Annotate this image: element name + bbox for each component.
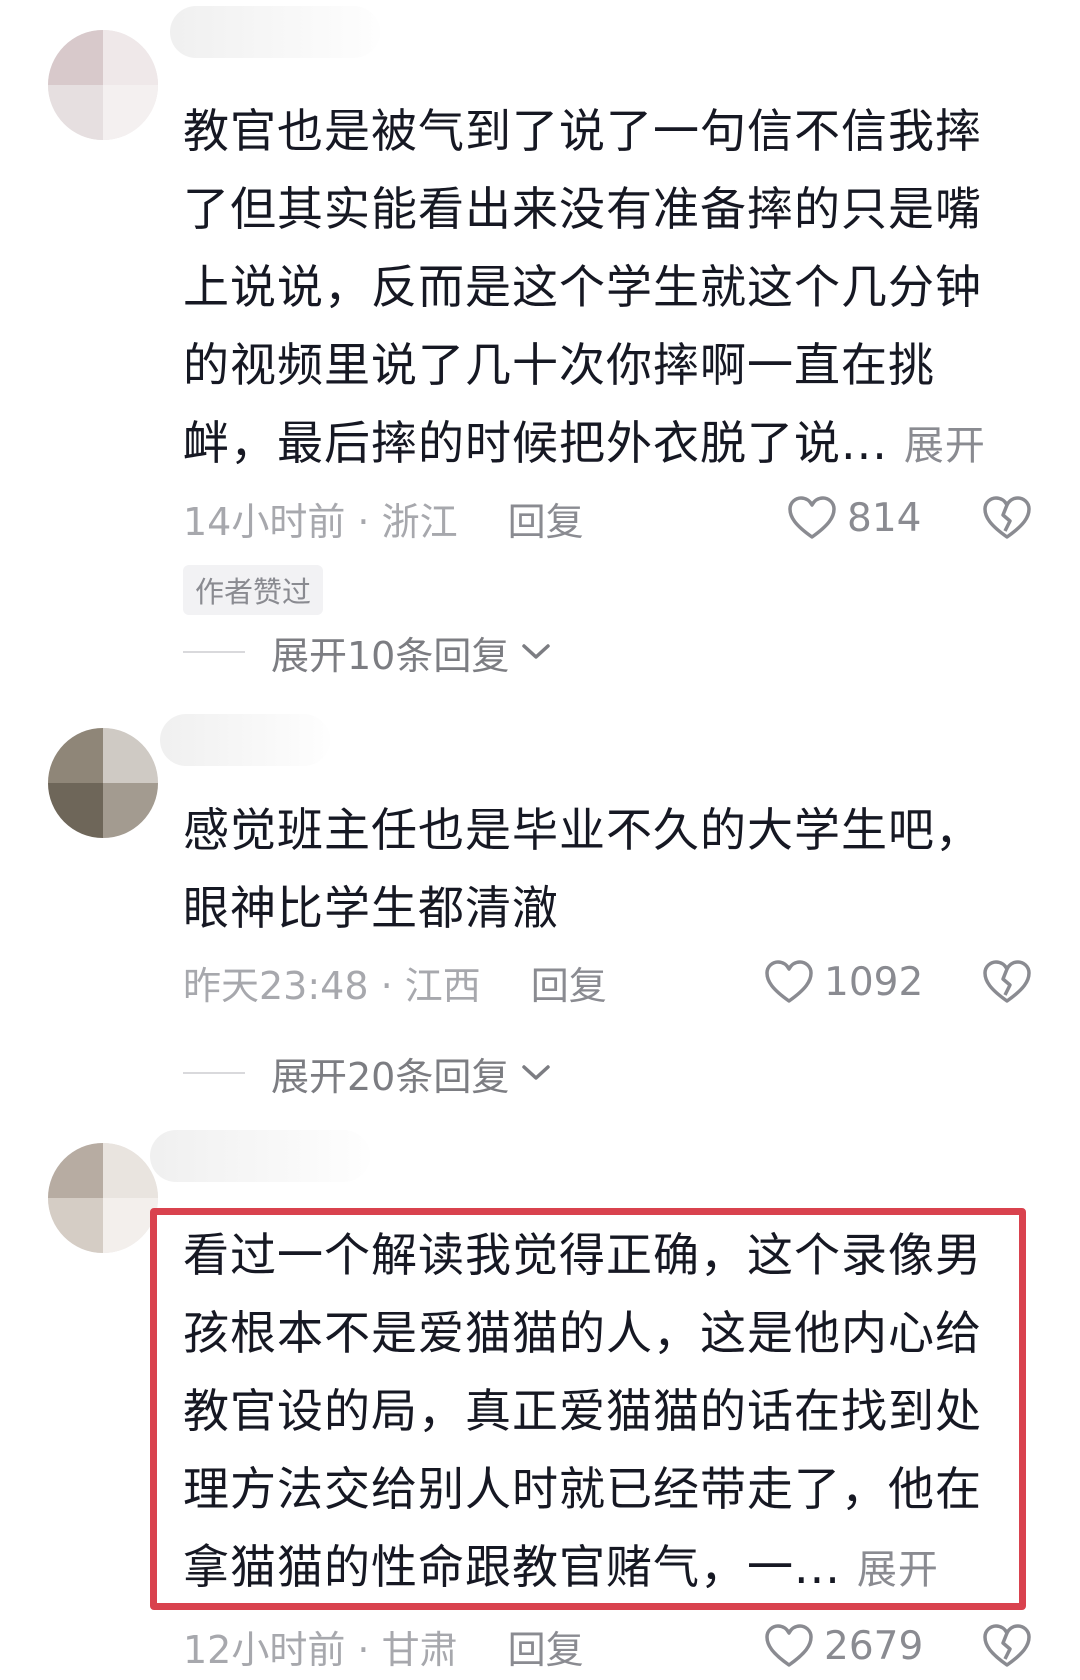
comment-body: 感觉班主任也是毕业不久的大学生吧，眼神比学生都清澈 [183,803,982,935]
avatar[interactable] [48,30,158,140]
comment-meta: 昨天23:48 · 江西 回复 [183,952,607,1012]
username-blurred[interactable] [170,6,380,58]
avatar[interactable] [48,1143,158,1253]
comment-body: 教官也是被气到了说了一句信不信我摔了但其实能看出来没有准备摔的只是嘴上说说，反而… [183,104,982,470]
timestamp-location: 昨天23:48 · 江西 [183,963,481,1008]
reply-button[interactable]: 回复 [508,491,584,546]
expand-replies-button[interactable]: 展开20条回复 [183,1043,551,1103]
username-blurred[interactable] [160,714,330,766]
expand-replies-label: 展开20条回复 [271,1054,510,1099]
chevron-down-icon [522,644,551,659]
comment-text: 看过一个解读我觉得正确，这个录像男孩根本不是爱猫猫的人，这是他内心给教官设的局，… [183,1216,1013,1609]
divider-line [183,651,245,653]
comment-text: 感觉班主任也是毕业不久的大学生吧，眼神比学生都清澈 [183,791,1013,947]
comment-text: 教官也是被气到了说了一句信不信我摔了但其实能看出来没有准备摔的只是嘴上说说，反而… [183,92,1013,485]
chevron-down-icon [522,1065,551,1080]
like-count: 814 [847,495,922,541]
comment-body: 看过一个解读我觉得正确，这个录像男孩根本不是爱猫猫的人，这是他内心给教官设的局，… [183,1228,982,1594]
broken-heart-icon[interactable] [982,957,1032,1007]
broken-heart-icon[interactable] [982,1621,1032,1671]
heart-outline-icon [765,1624,813,1667]
reply-button[interactable]: 回复 [531,955,607,1010]
expand-replies-button[interactable]: 展开10条回复 [183,622,551,682]
comment-meta: 12小时前 · 甘肃 回复 [183,1616,584,1676]
broken-heart-icon[interactable] [982,493,1032,543]
avatar[interactable] [48,728,158,838]
heart-outline-icon [765,960,813,1003]
author-liked-badge: 作者赞过 [183,565,324,615]
expand-text-button[interactable]: 展开 [857,1547,939,1593]
heart-outline-icon [788,496,836,539]
expand-text-button[interactable]: 展开 [904,423,986,469]
timestamp-location: 14小时前 · 浙江 [183,499,458,544]
reply-button[interactable]: 回复 [508,1619,584,1674]
like-count: 1092 [824,959,924,1005]
username-blurred[interactable] [150,1130,370,1182]
divider-line [183,1072,245,1074]
like-count: 2679 [824,1623,924,1669]
like-button[interactable]: 1092 [764,952,923,1012]
like-button[interactable]: 2679 [764,1616,923,1676]
timestamp-location: 12小时前 · 甘肃 [183,1627,458,1672]
expand-replies-label: 展开10条回复 [271,633,510,678]
comment-meta: 14小时前 · 浙江 回复 [183,488,584,548]
like-button[interactable]: 814 [787,488,921,548]
